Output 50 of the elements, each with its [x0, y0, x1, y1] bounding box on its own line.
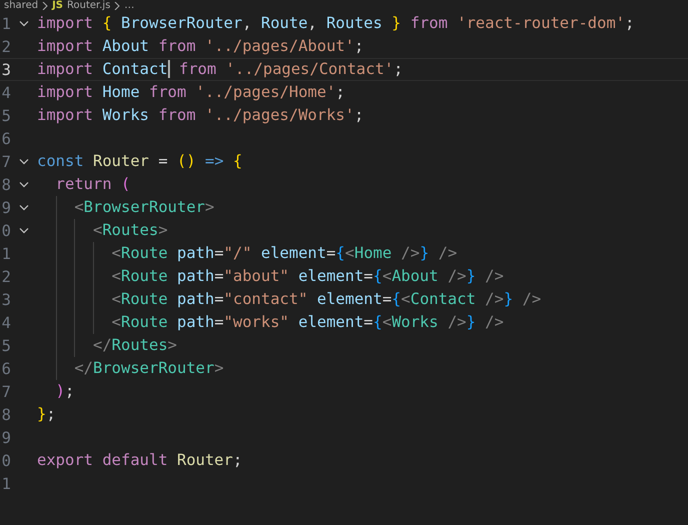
line-number: 8 [0, 176, 11, 194]
code-line: <Routes> [92, 221, 168, 239]
code-line: <Route path="about" element={<About />} /> [110, 267, 504, 285]
line-number: 5 [0, 336, 11, 354]
code-line: </Routes> [92, 336, 177, 354]
line-number: 3 [0, 290, 11, 308]
line-number: 0 [0, 452, 11, 470]
code-line: </BrowserRouter> [73, 359, 224, 377]
line-number: 4 [0, 314, 11, 332]
code-line: }; [37, 405, 56, 423]
code-line: export default Router; [37, 451, 242, 469]
line-number: 7 [0, 382, 11, 400]
code-line: return ( [54, 175, 130, 193]
line-number: 1 [0, 474, 11, 492]
line-number: 8 [0, 406, 11, 424]
chevron-down-icon[interactable] [19, 228, 29, 234]
code-line: <Route path="/" element={<Home />} /> [110, 244, 458, 262]
code-line: <BrowserRouter> [73, 198, 214, 216]
code-line: <Route path="contact" element={<Contact />} /> [110, 290, 542, 308]
code-line: import Home from '../pages/Home'; [37, 83, 345, 101]
breadcrumb-item[interactable]: … [124, 0, 134, 12]
js-file-icon: JS [52, 0, 64, 12]
line-number: 5 [0, 106, 11, 124]
line-number: 3 [0, 60, 11, 78]
line-number: 2 [0, 268, 11, 286]
code-line: import About from '../pages/About'; [37, 37, 364, 55]
line-number: 0 [0, 222, 11, 240]
line-number: 6 [0, 360, 11, 378]
chevron-down-icon[interactable] [19, 204, 29, 210]
chevron-down-icon[interactable] [19, 20, 29, 26]
line-number: 6 [0, 130, 11, 148]
code-line: const Router = () => { [37, 152, 242, 170]
code-line: import Contact from '../pages/Contact'; [37, 60, 403, 78]
line-number: 1 [0, 244, 11, 262]
code-line: import { BrowserRouter, Route, Routes } from 'react-router-dom'; [37, 14, 634, 32]
line-number: 9 [0, 198, 11, 216]
code-line: ); [54, 382, 74, 400]
line-number: 4 [0, 84, 11, 102]
code-line: import Works from '../pages/Works'; [37, 106, 364, 124]
line-number: 2 [0, 38, 11, 56]
line-number: 9 [0, 428, 11, 446]
chevron-down-icon[interactable] [19, 182, 29, 188]
line-number: 7 [0, 152, 11, 170]
chevron-down-icon[interactable] [19, 158, 29, 164]
breadcrumb-item[interactable]: Router.js [67, 0, 110, 12]
breadcrumb-item[interactable]: shared [4, 0, 38, 12]
chevron-right-icon [42, 2, 48, 10]
line-number: 1 [0, 14, 11, 32]
chevron-right-icon [114, 2, 120, 10]
code-line: <Route path="works" element={<Works />} /> [110, 313, 504, 331]
